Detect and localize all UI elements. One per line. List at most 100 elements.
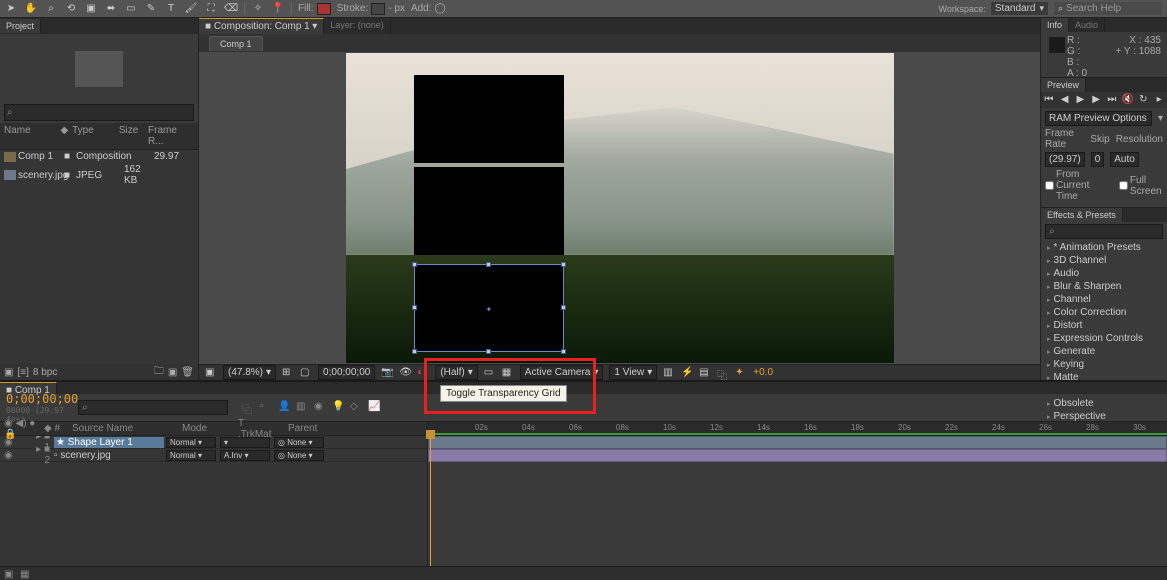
resolution-field[interactable]: Auto <box>1110 152 1139 167</box>
zoom-tool-icon[interactable]: ⌕ <box>44 2 58 16</box>
shape-rect-1[interactable] <box>414 75 564 163</box>
new-comp-icon[interactable]: ▣ <box>168 367 177 378</box>
camera-dropdown[interactable]: Active Camera▾ <box>520 365 604 380</box>
search-help-input[interactable]: Search Help <box>1053 1 1163 16</box>
status-icon-2[interactable]: ▦ <box>20 569 32 579</box>
preview-tab[interactable]: Preview <box>1041 78 1086 92</box>
layer-list[interactable]: ◉▸ ■ 1★ Shape Layer 1Normal ▾ ▾◎ None ▾◉… <box>0 436 428 578</box>
mask-icon[interactable]: ▢ <box>300 367 312 379</box>
shape-tool-icon[interactable]: ▭ <box>124 2 138 16</box>
exposure-value[interactable]: +0.0 <box>753 367 773 378</box>
effects-category[interactable]: Generate <box>1041 345 1167 358</box>
pen-tool-icon[interactable]: ✎ <box>144 2 158 16</box>
status-icon-1[interactable]: ▣ <box>4 569 16 579</box>
effects-tab[interactable]: Effects & Presets <box>1041 208 1123 222</box>
layer-bar-2[interactable] <box>428 449 1167 462</box>
timeline-icon[interactable]: ▤ <box>699 367 711 379</box>
fill-swatch[interactable] <box>317 3 331 15</box>
audio-tab[interactable]: Audio <box>1069 18 1105 32</box>
fast-preview-icon[interactable]: ⚡ <box>681 367 693 379</box>
stroke-swatch[interactable] <box>371 3 385 15</box>
effects-category[interactable]: 3D Channel <box>1041 254 1167 267</box>
skip-field[interactable]: 0 <box>1091 152 1105 167</box>
pixel-aspect-icon[interactable]: ▥ <box>663 367 675 379</box>
comp-mini-flowchart-icon[interactable]: ⿻ <box>242 401 256 415</box>
camera-tool-icon[interactable]: ▣ <box>84 2 98 16</box>
roi-icon[interactable]: ▭ <box>484 367 496 379</box>
visibility-eye-icon[interactable]: ◉ <box>4 450 16 461</box>
from-current-checkbox[interactable]: From Current Time <box>1045 169 1113 202</box>
project-search-input[interactable] <box>4 104 194 121</box>
first-frame-icon[interactable]: ⏮ <box>1043 94 1055 106</box>
blend-mode-dropdown[interactable]: Normal ▾ <box>166 450 216 461</box>
next-frame-icon[interactable]: ▶ <box>1090 94 1102 106</box>
auto-keyframe-icon[interactable]: ◇ <box>350 401 364 415</box>
effects-category[interactable]: Expression Controls <box>1041 332 1167 345</box>
play-icon[interactable]: ▶ <box>1074 94 1086 106</box>
framerate-field[interactable]: (29.97) <box>1045 152 1085 167</box>
magnification-dropdown[interactable]: (47.8%)▾ <box>223 365 276 380</box>
always-preview-icon[interactable]: ▣ <box>205 367 217 379</box>
last-frame-icon[interactable]: ⏭ <box>1106 94 1118 106</box>
text-tool-icon[interactable]: T <box>164 2 178 16</box>
effects-category[interactable]: Color Correction <box>1041 306 1167 319</box>
effects-category[interactable]: Distort <box>1041 319 1167 332</box>
brush-tool-icon[interactable]: 🖌 <box>184 2 198 16</box>
transparency-grid-icon[interactable]: ▦ <box>502 367 514 379</box>
playhead[interactable] <box>430 436 431 578</box>
blend-mode-dropdown[interactable]: Normal ▾ <box>166 437 216 448</box>
grid-icon[interactable]: ⊞ <box>282 367 294 379</box>
layer-row[interactable]: ◉▸ ■ 1★ Shape Layer 1Normal ▾ ▾◎ None ▾ <box>0 436 427 449</box>
rotate-tool-icon[interactable]: ⟲ <box>64 2 78 16</box>
brainstorm-icon[interactable]: 💡 <box>332 401 346 415</box>
project-tab[interactable]: Project <box>0 19 41 33</box>
roto-tool-icon[interactable]: ✧ <box>251 2 265 16</box>
ram-preview-options-dropdown[interactable]: RAM Preview Options <box>1045 111 1152 126</box>
loop-icon[interactable]: ↻ <box>1137 94 1149 106</box>
hide-shy-icon[interactable]: 👤 <box>278 401 292 415</box>
mute-icon[interactable]: 🔇 <box>1122 94 1134 106</box>
reset-exposure-icon[interactable]: ✦ <box>735 367 747 379</box>
trash-icon[interactable]: 🗑 <box>181 367 194 378</box>
timeline-search-input[interactable] <box>78 400 228 415</box>
parent-dropdown[interactable]: ◎ None ▾ <box>274 450 324 461</box>
bpc-toggle[interactable]: 8 bpc <box>33 367 57 378</box>
project-item-image[interactable]: scenery.jpg■ JPEG 162 KB <box>0 163 198 187</box>
stamp-tool-icon[interactable]: ⛶ <box>204 2 218 16</box>
layer-tab[interactable]: Layer: (none) <box>324 18 391 34</box>
draft3d-icon[interactable]: ▫ <box>260 401 274 415</box>
effects-category[interactable]: Channel <box>1041 293 1167 306</box>
trkmat-dropdown[interactable]: A.Inv ▾ <box>220 450 270 461</box>
flowchart-icon[interactable]: ⿻ <box>717 367 729 379</box>
layer-row[interactable]: ◉▸ ■ 2▫ scenery.jpgNormal ▾A.Inv ▾◎ None… <box>0 449 427 462</box>
pan-behind-tool-icon[interactable]: ⬌ <box>104 2 118 16</box>
shape-rect-3-selected[interactable]: ✦ <box>414 264 564 352</box>
views-dropdown[interactable]: 1 View▾ <box>609 365 657 380</box>
puppet-tool-icon[interactable]: 📍 <box>271 2 285 16</box>
add-button-icon[interactable]: ◯ <box>435 3 446 14</box>
full-screen-checkbox[interactable]: Full Screen <box>1119 175 1163 197</box>
hand-tool-icon[interactable]: ✋ <box>24 2 38 16</box>
resolution-dropdown[interactable]: (Half)▾ <box>435 365 477 380</box>
eraser-tool-icon[interactable]: ⌫ <box>224 2 238 16</box>
effects-category[interactable]: Blur & Sharpen <box>1041 280 1167 293</box>
effects-search-input[interactable] <box>1045 224 1163 239</box>
current-time[interactable]: 0;00;00;00 <box>318 365 375 380</box>
layer-bars-area[interactable] <box>428 436 1167 578</box>
workspace-dropdown[interactable]: Standard▾ <box>990 1 1049 16</box>
project-item-list[interactable]: Comp 1■ Composition 29.97 scenery.jpg■ J… <box>0 150 198 364</box>
viewer[interactable]: ✦ <box>199 52 1040 364</box>
channel-icon[interactable]: ◐ <box>417 367 429 379</box>
motion-blur-icon[interactable]: ◉ <box>314 401 328 415</box>
frame-blend-icon[interactable]: ▥ <box>296 401 310 415</box>
project-item-comp[interactable]: Comp 1■ Composition 29.97 <box>0 150 198 163</box>
effects-category[interactable]: Keying <box>1041 358 1167 371</box>
label-col-icon[interactable]: ◆ <box>60 125 72 147</box>
snapshot-icon[interactable]: 📷 <box>381 367 393 379</box>
effects-category[interactable]: * Animation Presets <box>1041 241 1167 254</box>
shape-rect-2[interactable] <box>414 167 564 255</box>
selection-tool-icon[interactable]: ➤ <box>4 2 18 16</box>
ram-preview-icon[interactable]: ▸ <box>1153 94 1165 106</box>
composition-canvas[interactable]: ✦ <box>346 53 894 363</box>
new-folder-icon[interactable]: 🗀 <box>154 364 164 381</box>
